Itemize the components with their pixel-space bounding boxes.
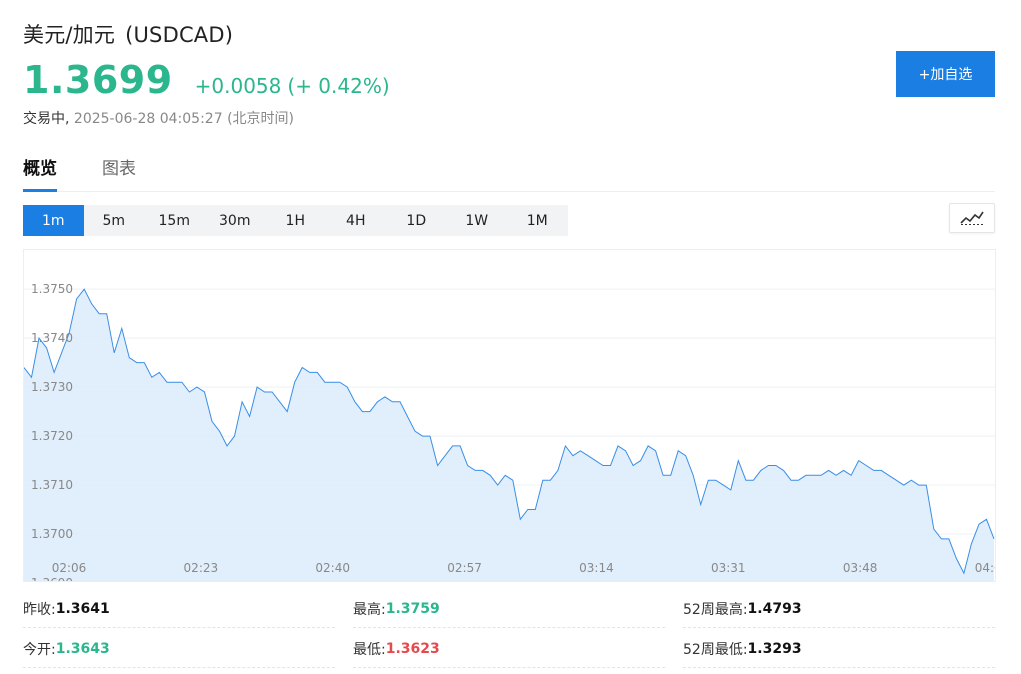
y-tick-label: 1.3720 [31,429,73,443]
price-change: +0.0058 (+ 0.42%) [195,74,390,98]
x-tick-label: 02:06 [52,561,87,575]
line-chart-icon [960,211,984,225]
y-tick-label: 1.3690 [31,576,73,582]
stat-prev-close: 昨收: 1.3641 [23,590,335,628]
quote-timestamp: 2025-06-28 04:05:27 [73,111,223,127]
stat-label: 今开: [23,641,56,658]
instrument-name: 美元/加元 [23,23,116,47]
period-1d[interactable]: 1D [386,205,447,236]
stat-label: 昨收: [23,601,56,618]
stat-value: 1.3643 [55,640,110,657]
period-1w[interactable]: 1W [447,205,508,236]
add-watchlist-button[interactable]: +加自选 [896,51,995,97]
stat-label: 最低: [353,641,386,658]
period-30m[interactable]: 30m [205,205,266,236]
x-tick-label: 03:31 [711,561,746,575]
y-tick-label: 1.3730 [31,380,73,394]
stat-label: 最高: [353,601,386,618]
stat-value: 1.3759 [385,600,440,617]
quote-timezone: (北京时间) [227,111,294,127]
stat-value: 1.3623 [385,640,440,657]
stat-low: 最低: 1.3623 [353,630,665,668]
x-tick-label: 02:23 [184,561,219,575]
stat-high: 最高: 1.3759 [353,590,665,628]
period-1mo[interactable]: 1M [507,205,568,236]
price-row: 1.3699 +0.0058 (+ 0.42%) [23,58,390,102]
y-tick-label: 1.3700 [31,527,73,541]
period-5m[interactable]: 5m [84,205,145,236]
stat-value: 1.4793 [747,600,802,617]
period-selector: 1m 5m 15m 30m 1H 4H 1D 1W 1M [23,205,568,236]
price-chart[interactable]: 1.3690 1.3700 1.3710 1.3720 1.3730 1.3740 1.37… [23,249,996,582]
change-value: +0.0058 [194,74,282,98]
period-1m[interactable]: 1m [23,205,84,236]
price-chart-svg: 1.3690 1.3700 1.3710 1.3720 1.3730 1.3740 1.37… [24,282,996,582]
x-tick-label: 03:14 [579,561,614,575]
stat-52w-low: 52周最低: 1.3293 [683,630,995,668]
stat-label: 52周最高: [683,601,748,618]
stat-value: 1.3293 [747,640,802,657]
x-tick-label: 03:48 [843,561,878,575]
tab-overview[interactable]: 概览 [23,154,57,192]
tab-bar: 概览 图表 [23,154,995,192]
instrument-title: 美元/加元 (USDCAD) [23,19,233,49]
stat-value: 1.3641 [55,600,110,617]
y-tick-label: 1.3710 [31,478,73,492]
last-price: 1.3699 [23,58,173,102]
y-tick-label: 1.3740 [31,331,73,345]
stat-52w-high: 52周最高: 1.4793 [683,590,995,628]
x-tick-label: 02:57 [447,561,482,575]
trading-status: 交易中, [23,111,70,127]
period-1h[interactable]: 1H [265,205,326,236]
status-row: 交易中, 2025-06-28 04:05:27 (北京时间) [23,108,294,128]
tab-chart[interactable]: 图表 [102,154,136,189]
change-percent: (+ 0.42%) [287,74,390,98]
stat-open: 今开: 1.3643 [23,630,335,668]
period-15m[interactable]: 15m [144,205,205,236]
y-tick-label: 1.3750 [31,282,73,296]
x-tick-label: 04:05 [975,561,996,575]
x-tick-label: 02:40 [315,561,350,575]
period-4h[interactable]: 4H [326,205,387,236]
stat-label: 52周最低: [683,641,748,658]
chart-type-button[interactable] [949,203,995,233]
instrument-code: (USDCAD) [125,23,234,47]
